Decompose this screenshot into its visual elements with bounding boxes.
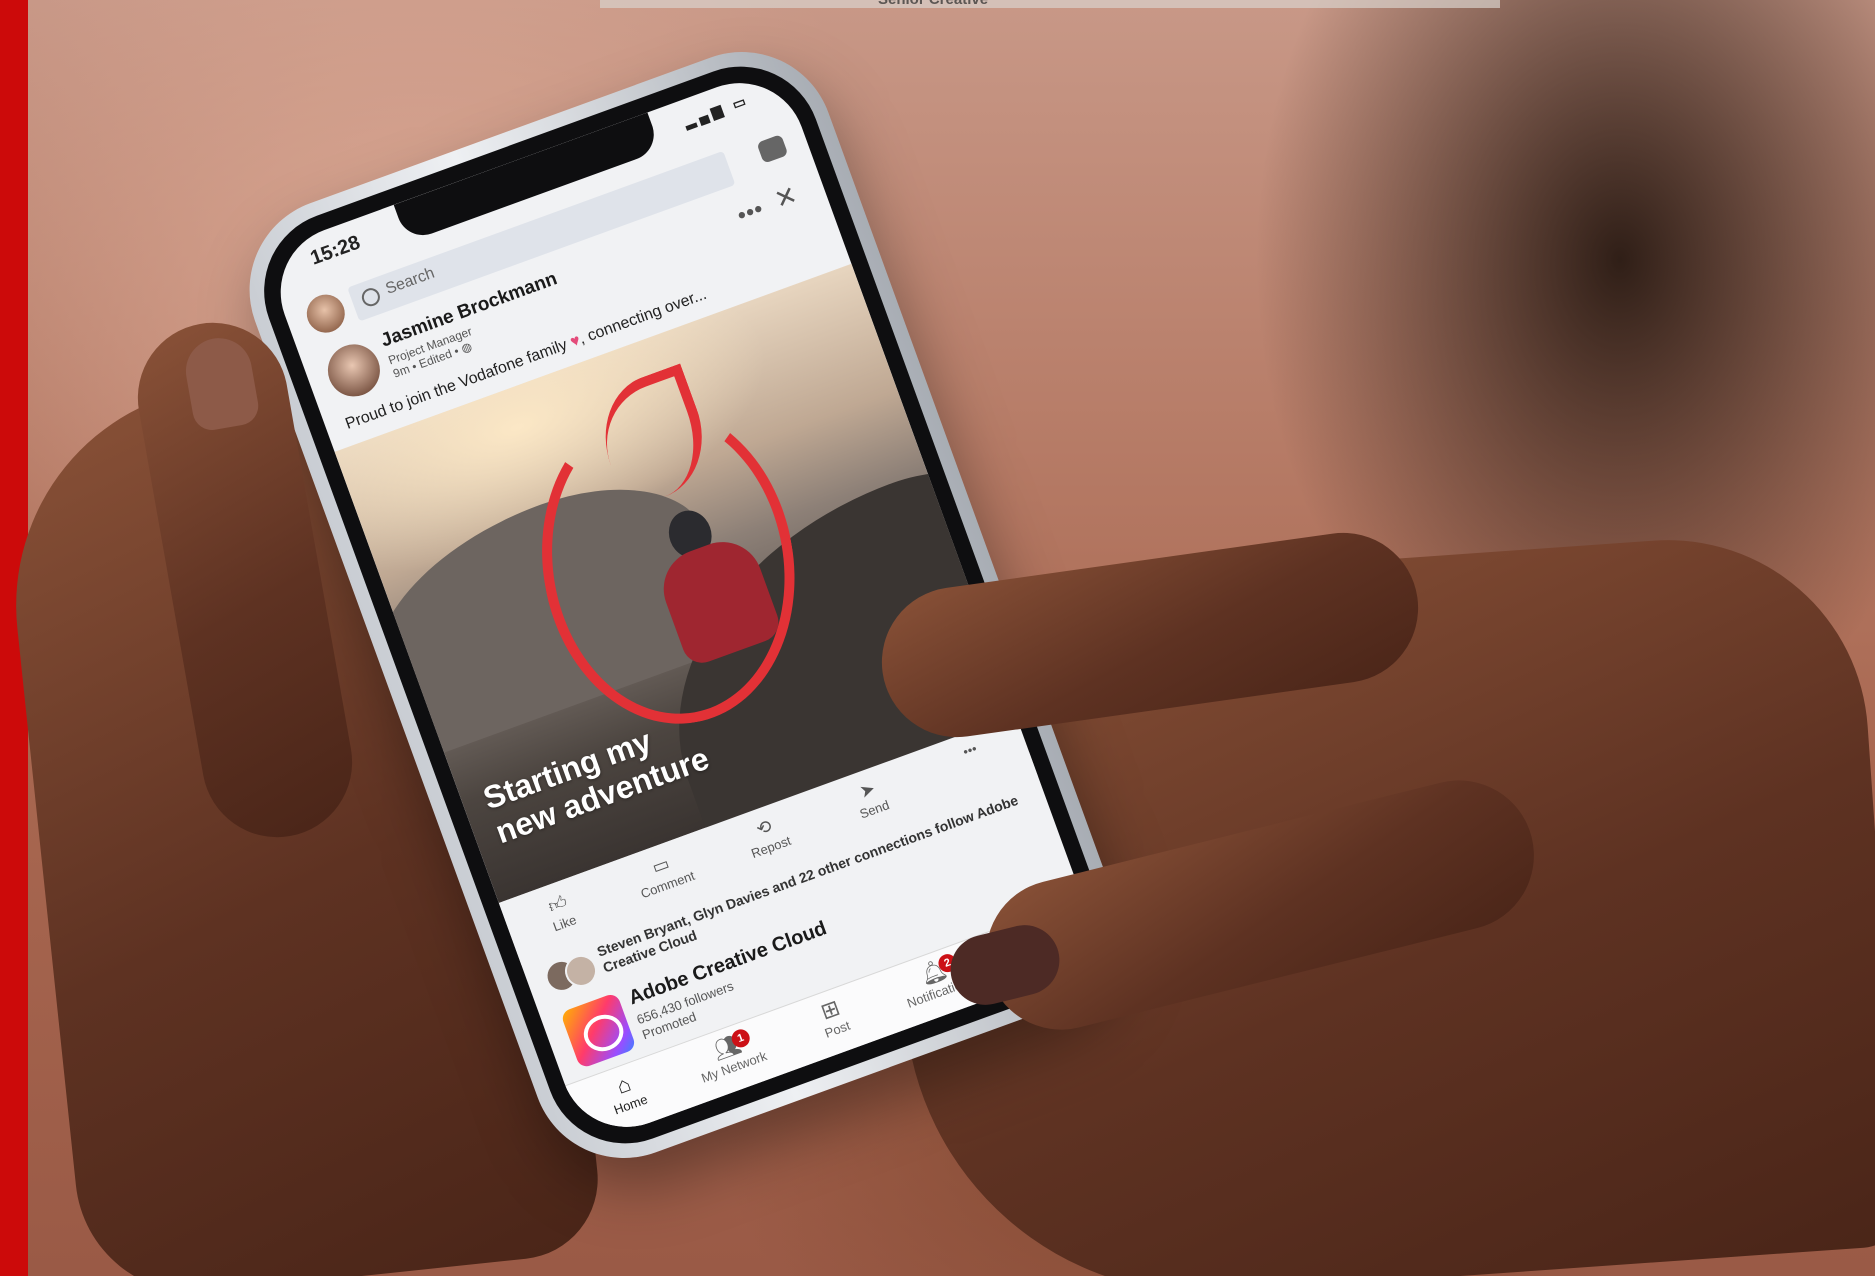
more-label: ••• [960, 740, 979, 760]
hiker-body [652, 530, 785, 669]
creative-cloud-mark [578, 1009, 629, 1057]
avatar[interactable] [301, 289, 351, 338]
message-icon[interactable] [756, 134, 789, 164]
author-avatar[interactable] [320, 337, 388, 404]
photo-background: Senior Creative 15:28 ▂▄▆ ▭ Search Jasmi… [0, 0, 1875, 1279]
top-overlay-text: Senior Creative [878, 0, 988, 8]
top-overlay-strip [600, 0, 1500, 8]
more-icon[interactable]: ••• [734, 195, 767, 228]
adobe-creative-cloud-logo-icon [560, 992, 637, 1070]
close-icon[interactable]: ✕ [770, 179, 801, 216]
post-headline: Starting my new adventure [478, 706, 713, 850]
status-icons: ▂▄▆ ▭ [681, 91, 752, 130]
status-time: 15:28 [307, 231, 364, 270]
